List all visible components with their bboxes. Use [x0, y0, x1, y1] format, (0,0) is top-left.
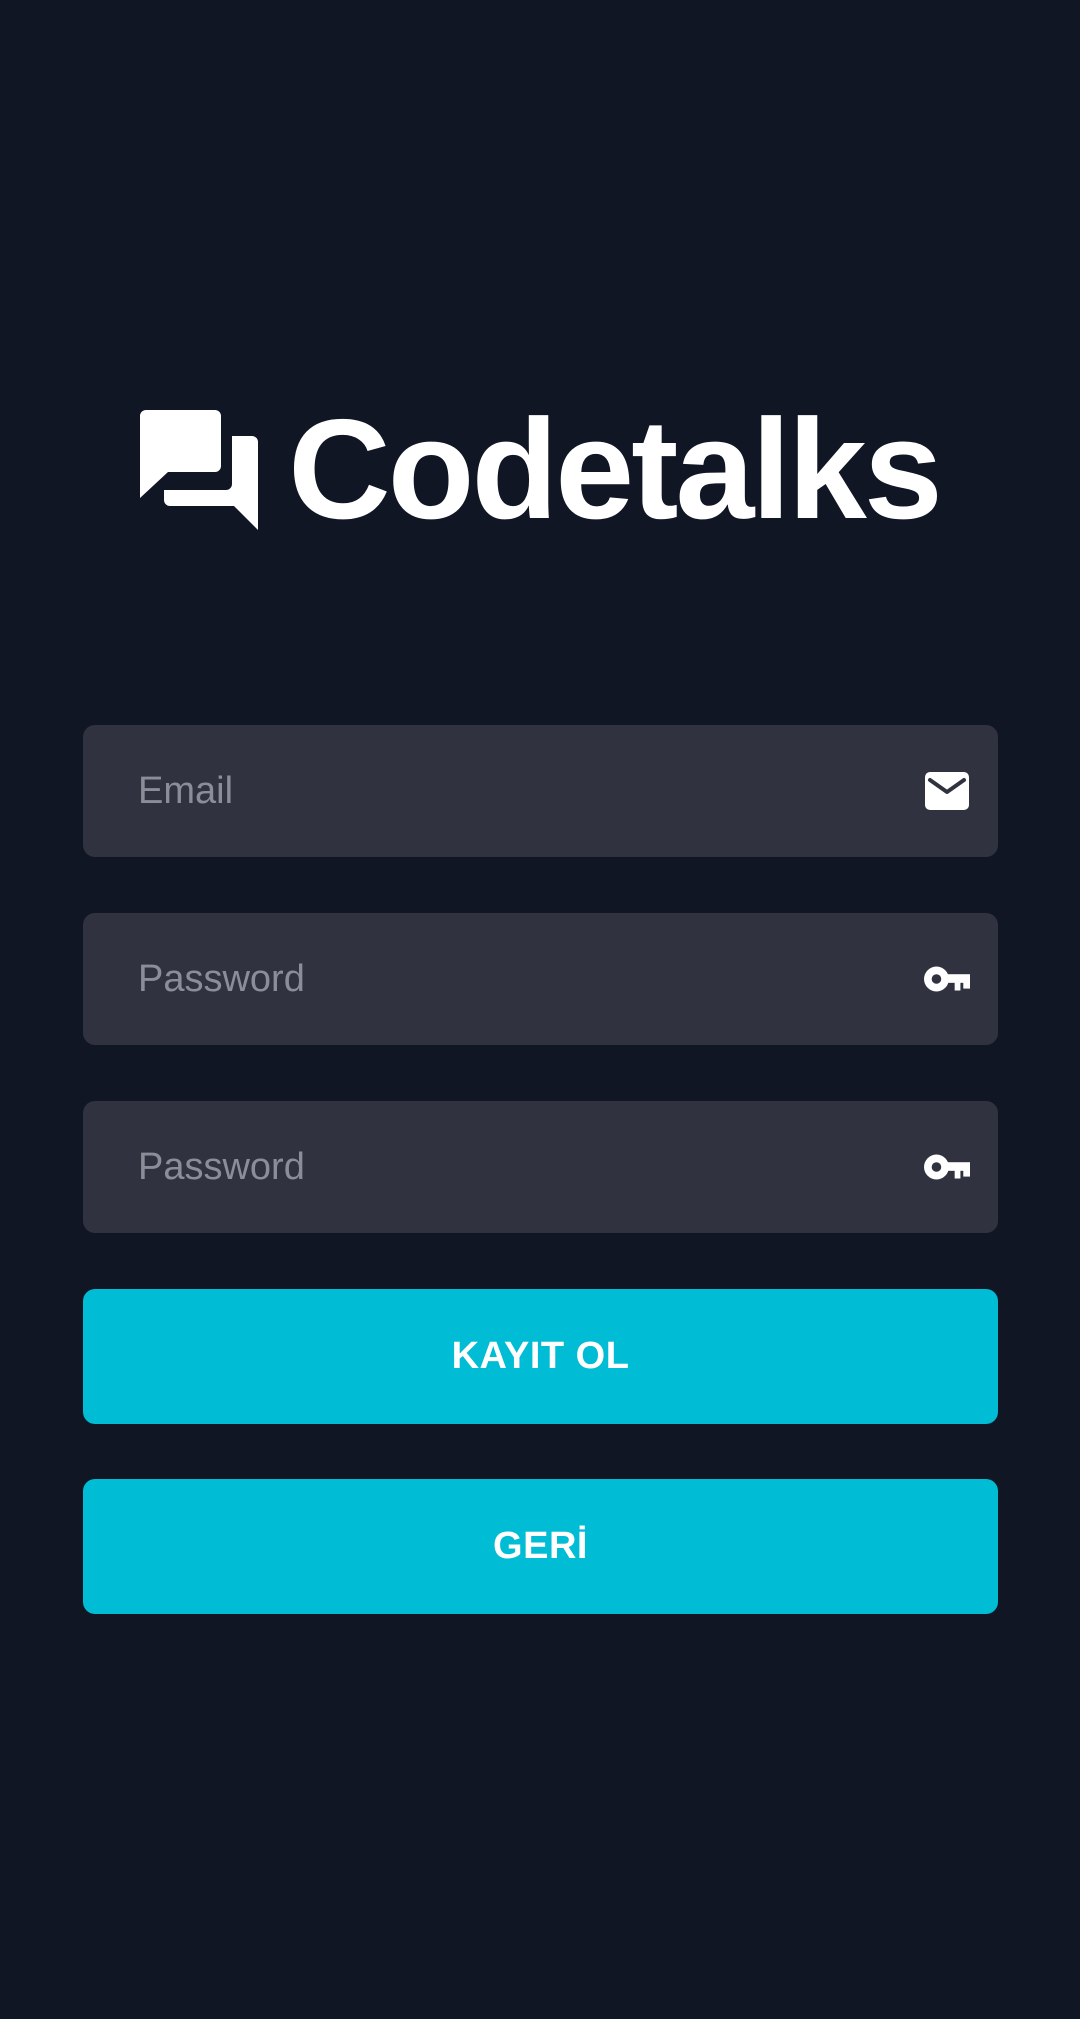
password-input[interactable] [138, 913, 924, 1045]
register-button[interactable]: KAYIT OL [83, 1289, 998, 1424]
password-confirm-field[interactable] [83, 1101, 998, 1233]
brand-header: Codetalks [0, 399, 1080, 541]
key-icon [924, 956, 970, 1002]
email-field[interactable] [83, 725, 998, 857]
email-input[interactable] [138, 725, 924, 857]
key-icon [924, 1144, 970, 1190]
email-icon [924, 768, 970, 814]
app-title: Codetalks [288, 390, 943, 549]
forum-icon [140, 410, 259, 530]
back-button[interactable]: GERİ [83, 1479, 998, 1614]
password-field[interactable] [83, 913, 998, 1045]
password-confirm-input[interactable] [138, 1101, 924, 1233]
